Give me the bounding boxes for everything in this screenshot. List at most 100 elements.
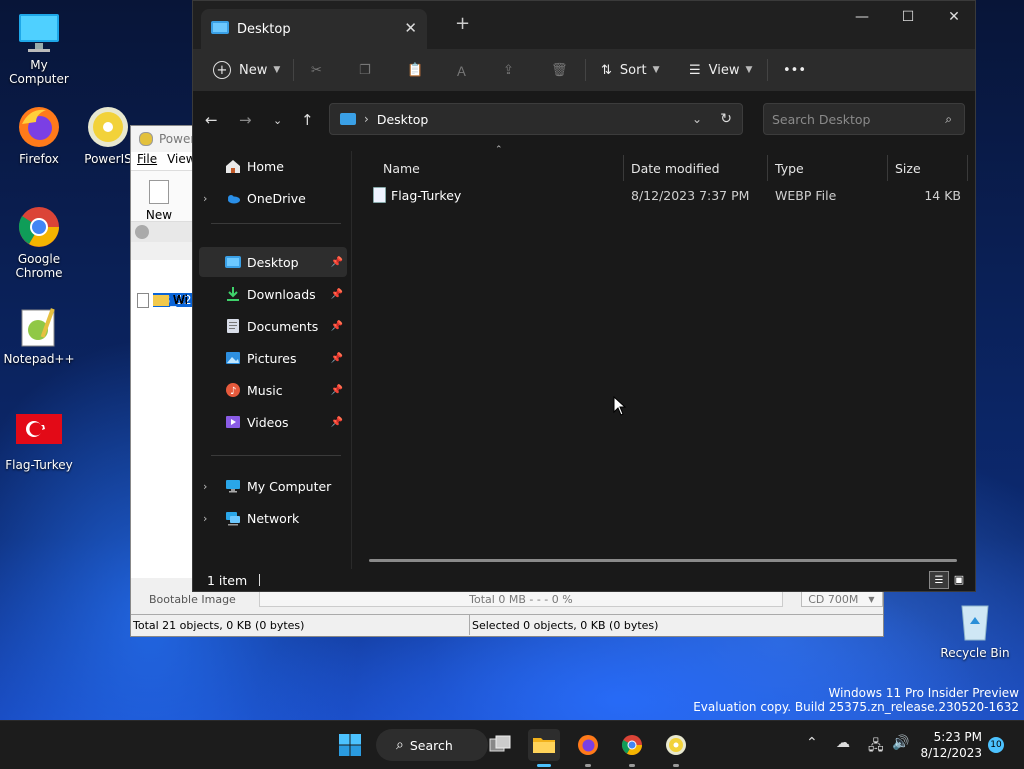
- start-button[interactable]: [334, 729, 366, 761]
- bg-media-select[interactable]: CD 700M ▼: [801, 591, 883, 607]
- onedrive-tray-icon[interactable]: ☁: [836, 735, 850, 751]
- nav-desktop[interactable]: Desktop 📌: [199, 247, 347, 277]
- maximize-button[interactable]: ☐: [885, 5, 931, 29]
- close-tab-icon[interactable]: ✕: [404, 19, 417, 37]
- desktop-icon-flag-turkey[interactable]: Flag-Turkey: [0, 410, 78, 472]
- chevron-down-icon: ▼: [868, 594, 875, 604]
- recent-locations-button[interactable]: ⌄: [273, 114, 282, 127]
- address-bar[interactable]: › Desktop ⌄ ↻: [329, 103, 743, 135]
- up-button[interactable]: ↑: [301, 111, 314, 129]
- bg-app-tree: 08_12 Wi Wi Wi Wi Wi Wi Wi Wi Wi Wi Wi W…: [131, 260, 193, 578]
- file-row[interactable]: Flag-Turkey 8/12/2023 7:37 PM WEBP File …: [369, 183, 969, 207]
- nav-network[interactable]: › Network: [199, 503, 347, 533]
- bg-menu-file[interactable]: File: [137, 152, 157, 170]
- plus-circle-icon: +: [213, 61, 231, 79]
- details-view-button[interactable]: ☰: [929, 571, 949, 589]
- delete-button[interactable]: 🗑: [551, 63, 568, 78]
- bg-footer-right: Selected 0 objects, 0 KB (0 bytes): [472, 618, 659, 632]
- cloud-icon: [225, 190, 241, 206]
- new-tab-button[interactable]: +: [455, 13, 470, 34]
- nav-onedrive[interactable]: › OneDrive: [199, 183, 347, 213]
- column-header-name[interactable]: Name: [383, 155, 420, 181]
- column-header-size[interactable]: Size: [895, 155, 921, 181]
- new-document-icon: [149, 180, 169, 204]
- desktop-icon-label: Firefox: [19, 152, 59, 166]
- column-header-type[interactable]: Type: [775, 155, 804, 181]
- taskbar-search[interactable]: ⌕ Search: [376, 729, 488, 761]
- desktop-icon-chrome[interactable]: Google Chrome: [0, 204, 78, 280]
- view-button[interactable]: ☰ View ▼: [689, 63, 752, 78]
- pin-icon: 📌: [330, 384, 343, 396]
- view-lines-icon: ☰: [689, 62, 701, 78]
- picture-icon: [225, 350, 241, 366]
- column-divider[interactable]: [767, 155, 768, 181]
- notification-badge[interactable]: 10: [988, 737, 1004, 753]
- network-tray-icon[interactable]: 🖧: [868, 735, 884, 759]
- desktop-icon-notepadpp[interactable]: Notepad++: [0, 304, 78, 366]
- breadcrumb-desktop[interactable]: Desktop: [377, 112, 429, 127]
- divider: [211, 455, 341, 456]
- status-separator: [259, 574, 261, 586]
- firefox-taskbar-button[interactable]: [572, 729, 604, 767]
- command-bar: + New ▼ ✂ ❐ 📋 Ａ ⇪ 🗑 ⇅ Sort ▼ ☰ View ▼ ••…: [193, 49, 975, 91]
- copy-button[interactable]: ❐: [359, 63, 371, 78]
- new-button[interactable]: + New ▼: [213, 61, 280, 79]
- back-arrow-icon[interactable]: [135, 225, 149, 239]
- forward-button[interactable]: →: [239, 111, 252, 129]
- horizontal-scrollbar[interactable]: [369, 559, 957, 562]
- arrow-left-icon: ←: [205, 111, 218, 129]
- tiles-view-button[interactable]: ▣: [951, 571, 967, 587]
- chevron-down-icon: ⌄: [273, 114, 283, 127]
- more-options-button[interactable]: •••: [783, 63, 806, 78]
- close-window-button[interactable]: ✕: [931, 5, 977, 29]
- nav-pictures[interactable]: Pictures 📌: [199, 343, 347, 373]
- taskbar-clock[interactable]: 5:23 PM 8/12/2023: [910, 729, 982, 761]
- sort-button[interactable]: ⇅ Sort ▼: [601, 63, 659, 78]
- nav-downloads[interactable]: Downloads 📌: [199, 279, 347, 309]
- column-header-date[interactable]: Date modified: [631, 155, 720, 181]
- column-divider[interactable]: [623, 155, 624, 181]
- nav-music[interactable]: ♪ Music 📌: [199, 375, 347, 405]
- poweriso-taskbar-button[interactable]: [660, 729, 692, 767]
- nav-videos[interactable]: Videos 📌: [199, 407, 347, 437]
- column-divider[interactable]: [967, 155, 968, 181]
- nav-my-computer[interactable]: › My Computer: [199, 471, 347, 501]
- cut-button[interactable]: ✂: [311, 63, 322, 78]
- paste-button[interactable]: 📋: [407, 63, 423, 78]
- pane-splitter[interactable]: [351, 151, 352, 569]
- task-view-button[interactable]: [484, 729, 516, 761]
- back-button[interactable]: ←: [205, 111, 218, 129]
- show-hidden-icons-button[interactable]: ⌃: [806, 735, 818, 751]
- chevron-right-icon[interactable]: ›: [203, 512, 207, 525]
- chevron-right-icon[interactable]: ›: [203, 480, 207, 493]
- bg-new-button[interactable]: New: [137, 178, 181, 222]
- chevron-right-icon[interactable]: ›: [203, 192, 207, 205]
- desktop-icon-recycle-bin[interactable]: Recycle Bin: [936, 598, 1014, 660]
- taskbar: ⌕ Search ⌃ ☁ 🖧 🔊 5:23 PM 8/12/2023 10: [0, 720, 1024, 769]
- volume-icon[interactable]: 🔊: [892, 735, 909, 751]
- rename-button[interactable]: Ａ: [455, 61, 468, 80]
- nav-home[interactable]: Home: [199, 151, 347, 181]
- bg-new-label: New: [145, 208, 173, 222]
- desktop-icon-my-computer[interactable]: My Computer: [0, 10, 78, 86]
- item-count: 1 item: [207, 572, 248, 588]
- minimize-button[interactable]: —: [839, 5, 885, 29]
- nav-documents[interactable]: Documents 📌: [199, 311, 347, 341]
- search-box[interactable]: Search Desktop ⌕: [763, 103, 965, 135]
- chrome-taskbar-button[interactable]: [616, 729, 648, 767]
- explorer-statusbar: 1 item ☰ ▣: [193, 569, 975, 591]
- folder-icon: [533, 738, 555, 753]
- windows-logo-icon: [339, 734, 361, 756]
- refresh-icon[interactable]: ↻: [720, 111, 732, 127]
- file-explorer-taskbar-button[interactable]: [528, 729, 560, 767]
- tab-desktop[interactable]: Desktop ✕: [201, 9, 427, 49]
- search-input[interactable]: Search Desktop: [772, 112, 870, 127]
- tree-item[interactable]: Wi: [131, 292, 188, 308]
- file-explorer-window[interactable]: Desktop ✕ + — ☐ ✕ + New ▼ ✂ ❐ 📋 Ａ ⇪ 🗑 ⇅ …: [192, 0, 976, 592]
- desktop-icon-poweriso[interactable]: PowerIS: [78, 104, 138, 166]
- column-divider[interactable]: [887, 155, 888, 181]
- chevron-down-icon: ▼: [273, 65, 281, 75]
- address-history-icon[interactable]: ⌄: [692, 112, 702, 126]
- share-button[interactable]: ⇪: [503, 63, 514, 78]
- desktop-icon-firefox[interactable]: Firefox: [0, 104, 78, 166]
